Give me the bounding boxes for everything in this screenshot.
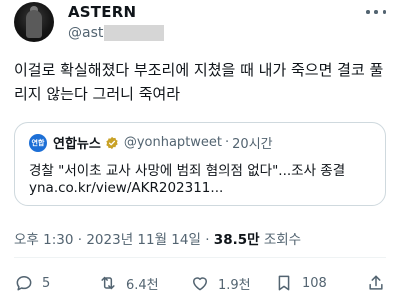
quote-header: 연합 연합뉴스 @yonhaptweet · 20시간 xyxy=(29,133,273,152)
tweet-meta: 오후 1:30 · 2023년 11월 14일 · 38.5만 조회수 xyxy=(14,228,301,248)
quote-handle: @yonhaptweet xyxy=(123,135,223,150)
quote-headline: 경찰 "서이초 교사 사망에 범죄 혐의점 없다"...조사 종결 xyxy=(29,163,346,179)
like-button[interactable]: 1.9천 xyxy=(190,273,270,293)
reply-count: 5 xyxy=(42,275,51,291)
share-button[interactable] xyxy=(366,273,386,293)
handle-text: @ast xyxy=(68,25,104,41)
meta-separator: · xyxy=(77,232,83,248)
bookmark-icon xyxy=(278,275,290,291)
reply-icon xyxy=(16,276,32,291)
tweet-date[interactable]: 2023년 11월 14일 xyxy=(86,232,201,248)
bookmark-count: 108 xyxy=(302,275,327,291)
verified-badge-icon xyxy=(106,136,118,149)
retweet-icon xyxy=(101,276,115,290)
divider xyxy=(14,257,386,258)
quoted-tweet[interactable]: 연합 연합뉴스 @yonhaptweet · 20시간 경찰 "서이초 교사 사… xyxy=(14,122,386,206)
display-name[interactable]: ASTERN xyxy=(68,3,136,21)
quote-link[interactable]: yna.co.kr/view/AKR202311... xyxy=(29,180,223,196)
avatar[interactable] xyxy=(14,2,54,42)
quote-avatar: 연합 xyxy=(29,133,47,152)
meta-separator: · xyxy=(205,232,210,248)
views-count: 38.5만 xyxy=(213,232,260,248)
retweet-count: 6.4천 xyxy=(126,277,159,293)
handle-redaction xyxy=(104,25,165,41)
handle: @ast xyxy=(68,25,165,41)
retweet-button[interactable]: 6.4천 xyxy=(98,273,178,293)
like-icon xyxy=(193,277,207,291)
like-count: 1.9천 xyxy=(218,277,251,293)
tweet-text: 이걸로 확실해졌다 부조리에 지쳤을 때 내가 죽으면 결코 풀리지 않는다 그… xyxy=(14,61,384,103)
views-label: 조회수 xyxy=(263,232,302,248)
action-bar: 5 6.4천 1.9천 108 xyxy=(14,272,386,294)
bookmark-button[interactable]: 108 xyxy=(274,273,350,293)
quote-name: 연합뉴스 xyxy=(53,137,101,152)
share-icon xyxy=(369,275,383,290)
quote-time: 20시간 xyxy=(232,137,273,152)
quote-separator: · xyxy=(225,135,230,150)
tweet-header: ASTERN @ast xyxy=(14,0,386,50)
reply-button[interactable]: 5 xyxy=(14,273,94,293)
tweet-time[interactable]: 오후 1:30 xyxy=(14,232,73,248)
more-icon[interactable] xyxy=(366,4,386,20)
